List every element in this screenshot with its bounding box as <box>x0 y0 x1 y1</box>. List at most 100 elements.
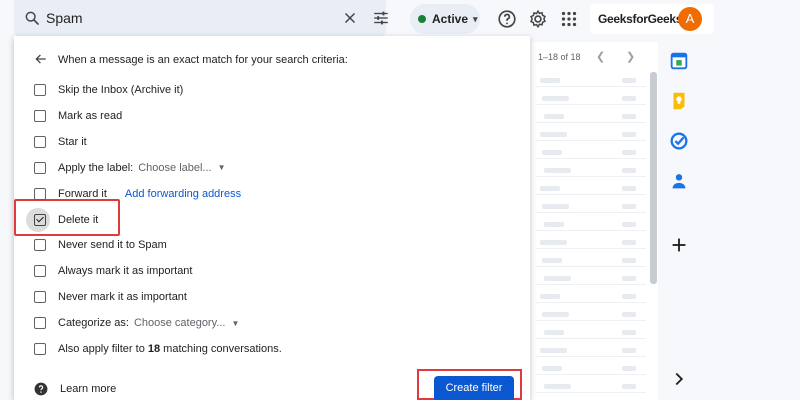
mail-row-divider <box>536 338 646 339</box>
contacts-icon[interactable] <box>668 170 690 192</box>
option-label: Categorize as: <box>58 317 129 330</box>
dropdown-caret-icon[interactable]: ▼ <box>231 319 239 328</box>
mail-row-divider <box>536 302 646 303</box>
option-label: Delete it <box>58 213 99 226</box>
filter-option[interactable]: Never send it to Spam <box>34 236 167 254</box>
mail-row-divider <box>536 212 646 213</box>
mail-row-date <box>622 240 636 245</box>
mail-row-date <box>622 348 636 353</box>
option-label: Never mark it as important <box>58 291 187 304</box>
option-select[interactable]: Choose category... <box>134 317 226 329</box>
filter-option[interactable]: Categorize as: Choose category... ▼ <box>34 314 239 332</box>
close-icon[interactable] <box>341 9 359 27</box>
checkbox[interactable] <box>34 109 46 122</box>
mail-row-date <box>622 132 636 137</box>
matching-count: 18 <box>147 343 161 355</box>
checkbox[interactable] <box>34 161 46 174</box>
mail-row-date <box>622 150 636 155</box>
mail-row-date <box>622 114 636 119</box>
mail-row-divider <box>536 104 646 105</box>
brand-name: GeeksforGeeks <box>598 12 683 26</box>
option-label: Mark as read <box>58 109 123 122</box>
option-label: Also apply filter to 18 matching convers… <box>58 343 282 355</box>
mail-row-divider <box>536 356 646 357</box>
filter-option[interactable]: Never mark it as important <box>34 288 187 306</box>
option-label: Forward it <box>58 187 107 200</box>
checkbox[interactable] <box>34 239 46 252</box>
chevron-left-icon[interactable]: ❮ <box>596 50 605 63</box>
mail-row-snippet <box>540 186 560 191</box>
expand-panel-icon[interactable] <box>668 368 690 390</box>
scrollbar[interactable] <box>650 72 657 284</box>
arrow-back-icon[interactable] <box>34 52 48 66</box>
help-icon[interactable] <box>496 8 518 30</box>
mail-row-date <box>622 96 636 101</box>
checkbox[interactable] <box>34 187 46 200</box>
create-filter-button[interactable]: Create filter <box>434 376 514 400</box>
search-icon[interactable] <box>24 10 40 26</box>
mail-row-date <box>622 222 636 227</box>
avatar[interactable]: A <box>678 7 702 31</box>
search-bar[interactable]: Spam <box>14 0 388 38</box>
mail-row-divider <box>536 266 646 267</box>
checkbox[interactable] <box>34 84 46 96</box>
filter-option[interactable]: Forward it Add forwarding address <box>34 185 241 203</box>
mail-row-divider <box>536 194 646 195</box>
filter-option[interactable]: Skip the Inbox (Archive it) <box>34 81 183 99</box>
mail-row-date <box>622 312 636 317</box>
filter-option[interactable]: Mark as read <box>34 107 122 125</box>
mail-row-snippet <box>542 96 569 101</box>
keep-icon[interactable] <box>668 90 690 112</box>
add-forwarding-link[interactable]: Add forwarding address <box>125 188 241 200</box>
mail-row-date <box>622 78 636 83</box>
tune-icon[interactable] <box>372 9 390 27</box>
filter-option[interactable]: Apply the label: Choose label... ▼ <box>34 159 226 177</box>
checkbox[interactable] <box>34 343 46 355</box>
apps-icon[interactable] <box>558 8 580 30</box>
checkbox-checked[interactable] <box>34 213 46 226</box>
mail-row-snippet <box>540 240 567 245</box>
mail-row-divider <box>536 230 646 231</box>
tasks-icon[interactable] <box>668 130 690 152</box>
filter-option[interactable]: Delete it <box>34 211 98 229</box>
dropdown-caret-icon[interactable]: ▼ <box>218 163 226 172</box>
filter-option[interactable]: Also apply filter to 18 matching convers… <box>34 340 282 358</box>
plus-icon[interactable] <box>668 234 690 256</box>
mail-row-snippet <box>542 204 569 209</box>
status-chip[interactable]: Active ▾ <box>410 4 480 34</box>
checkbox[interactable] <box>34 291 46 304</box>
help-circle-icon <box>34 382 48 396</box>
mail-row-date <box>622 330 636 335</box>
mail-row-snippet <box>542 150 562 155</box>
status-dot <box>418 15 426 23</box>
mail-row-divider <box>536 374 646 375</box>
mail-row-snippet <box>540 294 560 299</box>
filter-option[interactable]: Always mark it as important <box>34 262 192 280</box>
mail-row-divider <box>536 176 646 177</box>
checkbox[interactable] <box>34 317 46 330</box>
account-brand[interactable]: GeeksforGeeks A <box>590 4 714 34</box>
filter-option[interactable]: Star it <box>34 133 87 151</box>
option-label: Always mark it as important <box>58 265 193 278</box>
learn-more-link[interactable]: Learn more <box>34 382 116 396</box>
option-select[interactable]: Choose label... <box>138 162 211 174</box>
checkbox[interactable] <box>34 265 46 278</box>
learn-more-label: Learn more <box>60 383 117 395</box>
mail-row-snippet <box>544 114 564 119</box>
calendar-icon[interactable] <box>668 50 690 72</box>
search-input[interactable]: Spam <box>46 10 83 26</box>
option-label: Apply the label: <box>58 161 134 174</box>
checkbox[interactable] <box>34 135 46 148</box>
settings-icon[interactable] <box>527 8 549 30</box>
mail-row-date <box>622 186 636 191</box>
mail-row-divider <box>536 284 646 285</box>
mail-row-snippet <box>542 312 569 317</box>
pager-text: 1–18 of 18 <box>538 52 581 62</box>
mail-row-snippet <box>542 258 562 263</box>
mail-row-date <box>622 258 636 263</box>
filter-panel: When a message is an exact match for you… <box>14 36 530 400</box>
mail-row-snippet <box>544 384 571 389</box>
mail-row-snippet <box>544 222 564 227</box>
chevron-right-icon[interactable]: ❯ <box>626 50 635 63</box>
mail-row-divider <box>536 86 646 87</box>
